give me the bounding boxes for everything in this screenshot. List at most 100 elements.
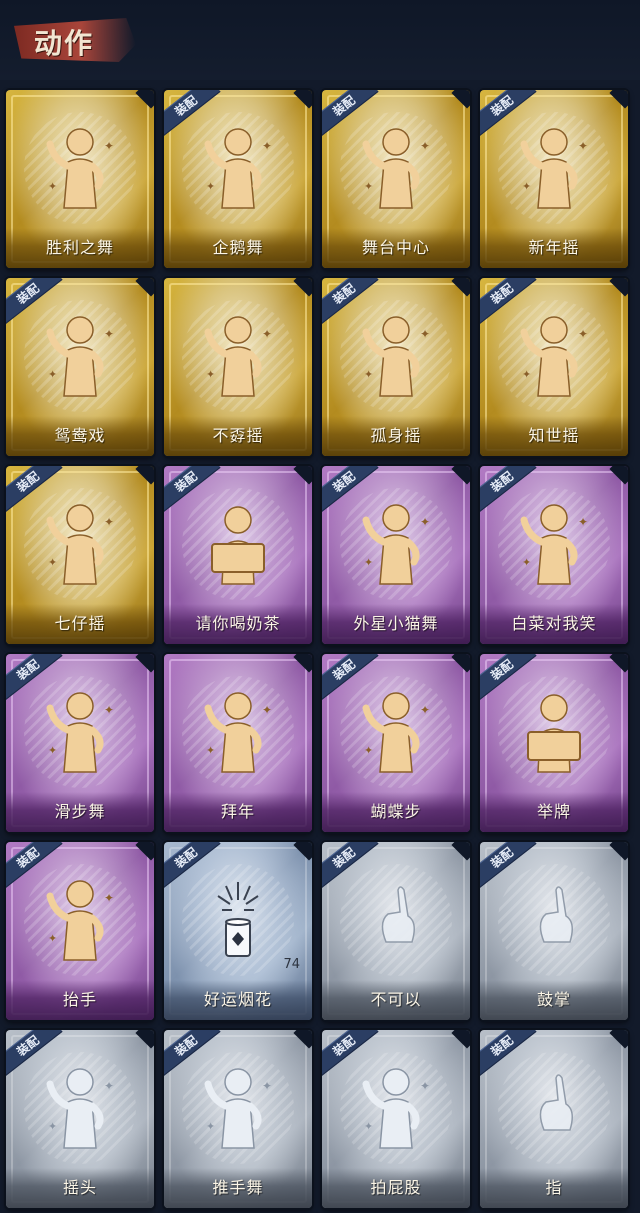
emote-card[interactable]: ✦ ✦ 白菜对我笑 装配: [480, 466, 628, 644]
emote-name: 白菜对我笑: [511, 614, 597, 633]
emote-name: 请你喝奶茶: [195, 614, 281, 633]
emote-name: 孤身摇: [370, 426, 422, 445]
emote-card[interactable]: 74 好运烟花 装配: [164, 842, 312, 1020]
emote-name: 好运烟花: [203, 990, 272, 1009]
emote-card[interactable]: ✦ ✦ 抬手 装配: [6, 842, 154, 1020]
card-corner-notch: [451, 90, 470, 109]
emote-name: 新年摇: [528, 238, 580, 257]
emote-card[interactable]: ✦ ✦ 企鹅舞 装配: [164, 90, 312, 268]
alien-cat-dance-pose-icon: ✦ ✦: [356, 496, 436, 592]
zhishi-shake-pose-icon: ✦ ✦: [514, 308, 594, 404]
svg-text:✦: ✦: [206, 180, 215, 193]
milk-tea-sign-pose-icon: [198, 496, 278, 592]
new-year-greeting-pose-icon: ✦ ✦: [198, 684, 278, 780]
svg-text:✦: ✦: [364, 556, 373, 569]
emote-card[interactable]: ✦ ✦ 摇头 装配: [6, 1030, 154, 1208]
card-corner-notch: [135, 842, 154, 861]
emote-card[interactable]: ✦ ✦ 外星小猫舞 装配: [322, 466, 470, 644]
emote-name: 鸳鸯戏: [54, 426, 106, 445]
svg-text:✦: ✦: [48, 556, 57, 569]
svg-text:✦: ✦: [206, 744, 215, 757]
svg-text:✦: ✦: [364, 180, 373, 193]
svg-text:✦: ✦: [364, 368, 373, 381]
emote-name: 不孬摇: [212, 426, 264, 445]
emote-name: 企鹅舞: [212, 238, 264, 257]
emote-card[interactable]: 请你喝奶茶 装配: [164, 466, 312, 644]
emote-card[interactable]: ✦ ✦ 知世摇 装配: [480, 278, 628, 456]
svg-text:✦: ✦: [364, 1120, 373, 1133]
page-title: 动作: [34, 27, 95, 60]
svg-text:✦: ✦: [262, 703, 272, 717]
emote-card[interactable]: ✦ ✦ 孤身摇 装配: [322, 278, 470, 456]
svg-text:✦: ✦: [578, 515, 588, 529]
card-corner-notch: [293, 278, 312, 297]
svg-text:✦: ✦: [104, 515, 114, 529]
card-corner-notch: [293, 466, 312, 485]
emote-name: 拜年: [220, 802, 255, 821]
card-corner-notch: [451, 278, 470, 297]
emote-card[interactable]: ✦ ✦ 舞台中心 装配: [322, 90, 470, 268]
svg-text:✦: ✦: [48, 368, 57, 381]
raise-hand-pose-icon: ✦ ✦: [40, 872, 120, 968]
clapping-hands-icon: [514, 872, 594, 968]
emote-name: 摇头: [62, 1178, 97, 1197]
svg-text:✦: ✦: [420, 515, 430, 529]
emote-name: 不可以: [370, 990, 422, 1009]
card-corner-notch: [451, 1030, 470, 1049]
emote-card[interactable]: ✦ ✦ 拍屁股 装配: [322, 1030, 470, 1208]
emote-name: 滑步舞: [54, 802, 106, 821]
svg-text:✦: ✦: [578, 139, 588, 153]
mandarin-duck-pose-icon: ✦ ✦: [40, 308, 120, 404]
svg-text:✦: ✦: [48, 180, 57, 193]
emote-name: 推手舞: [212, 1178, 264, 1197]
head-shake-pose-icon: ✦ ✦: [40, 1060, 120, 1156]
arm-raise-shake-pose-icon: ✦ ✦: [198, 308, 278, 404]
svg-text:✦: ✦: [522, 556, 531, 569]
svg-text:✦: ✦: [104, 1079, 114, 1093]
svg-text:✦: ✦: [262, 1079, 272, 1093]
card-corner-notch: [451, 842, 470, 861]
emote-name: 指: [545, 1178, 563, 1197]
svg-text:✦: ✦: [262, 139, 272, 153]
emote-name: 外星小猫舞: [353, 614, 439, 633]
emote-card[interactable]: 指装配: [480, 1030, 628, 1208]
emote-card[interactable]: ✦ ✦ 推手舞 装配: [164, 1030, 312, 1208]
emote-name: 知世摇: [528, 426, 580, 445]
emote-card[interactable]: ✦ ✦ 滑步舞 装配: [6, 654, 154, 832]
emote-name: 举牌: [536, 802, 571, 821]
svg-text:✦: ✦: [522, 180, 531, 193]
emote-name: 蝴蝶步: [370, 802, 422, 821]
svg-text:✦: ✦: [206, 368, 215, 381]
card-corner-notch: [293, 842, 312, 861]
emote-card[interactable]: ✦ ✦ 胜利之舞: [6, 90, 154, 268]
card-corner-notch: [135, 278, 154, 297]
card-corner-notch: [293, 1030, 312, 1049]
svg-text:✦: ✦: [104, 703, 114, 717]
card-corner-notch: [609, 842, 628, 861]
emote-card[interactable]: ✦ ✦ 蝴蝶步 装配: [322, 654, 470, 832]
victory-dance-pose-icon: ✦ ✦: [40, 120, 120, 216]
firework-item-icon: [198, 872, 278, 968]
svg-text:✦: ✦: [104, 327, 114, 341]
emote-card[interactable]: 鼓掌 装配: [480, 842, 628, 1020]
butt-slap-pose-icon: ✦ ✦: [356, 1060, 436, 1156]
push-hand-dance-pose-icon: ✦ ✦: [198, 1060, 278, 1156]
emote-card[interactable]: 举牌 装配: [480, 654, 628, 832]
svg-text:✦: ✦: [206, 1120, 215, 1133]
emote-card[interactable]: ✦ ✦ 拜年: [164, 654, 312, 832]
emote-card[interactable]: 不可以 装配: [322, 842, 470, 1020]
card-corner-notch: [609, 90, 628, 109]
card-corner-notch: [451, 654, 470, 673]
svg-text:✦: ✦: [420, 139, 430, 153]
svg-text:✦: ✦: [522, 368, 531, 381]
emote-name: 胜利之舞: [45, 238, 114, 257]
new-year-shake-pose-icon: ✦ ✦: [514, 120, 594, 216]
item-count: 74: [283, 957, 300, 972]
butterfly-step-pose-icon: ✦ ✦: [356, 684, 436, 780]
emote-card[interactable]: ✦ ✦ 七仔摇 装配: [6, 466, 154, 644]
svg-text:✦: ✦: [420, 703, 430, 717]
wagging-finger-icon: [356, 872, 436, 968]
emote-card[interactable]: ✦ ✦ 鸳鸯戏 装配: [6, 278, 154, 456]
emote-card[interactable]: ✦ ✦ 不孬摇: [164, 278, 312, 456]
emote-card[interactable]: ✦ ✦ 新年摇 装配: [480, 90, 628, 268]
